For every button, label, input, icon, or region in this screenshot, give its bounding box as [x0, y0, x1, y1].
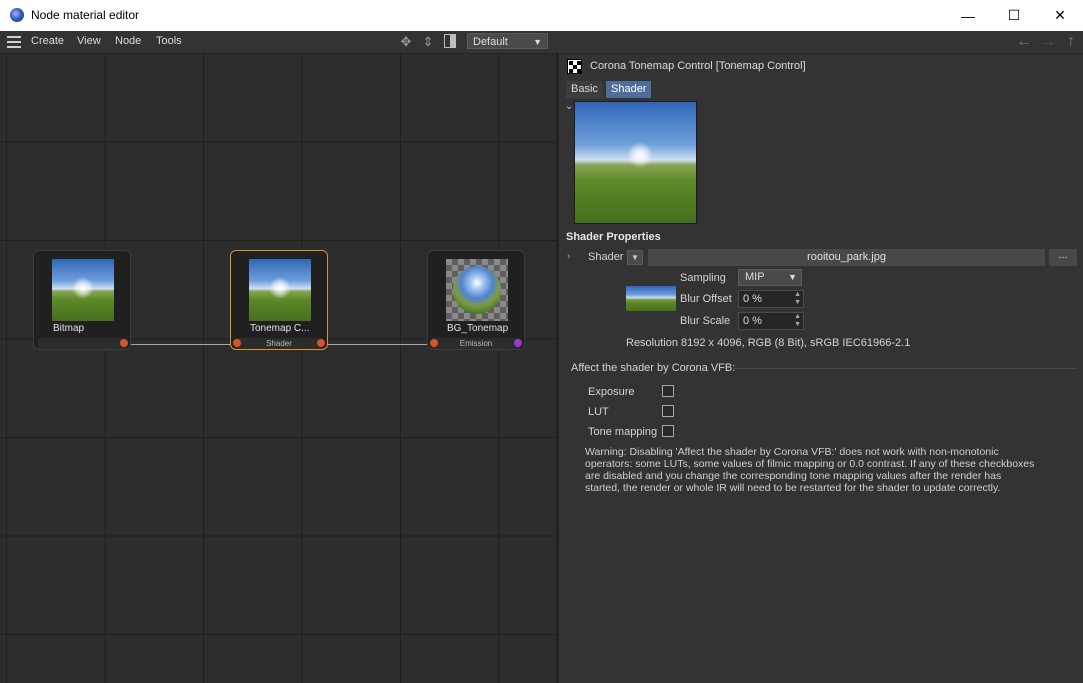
tab-shader[interactable]: Shader: [606, 81, 652, 98]
connection-wire: [325, 344, 431, 345]
chevron-down-icon: ▼: [631, 253, 639, 262]
input-port[interactable]: [430, 339, 438, 347]
menu-create[interactable]: Create: [31, 35, 64, 47]
sampling-label: Sampling: [680, 272, 726, 284]
panel-toggle-icon[interactable]: [442, 34, 458, 50]
warning-text: Warning: Disabling 'Affect the shader by…: [585, 446, 1035, 494]
menu-tools[interactable]: Tools: [156, 35, 182, 47]
checker-icon: [567, 59, 582, 74]
input-port[interactable]: [233, 339, 241, 347]
node-thumbnail: [446, 259, 508, 321]
arrange-icon[interactable]: ⇕: [420, 34, 436, 50]
blur-offset-label: Blur Offset: [680, 293, 732, 305]
blur-scale-value: 0 %: [743, 315, 762, 327]
chevron-down-icon: ▼: [533, 37, 542, 47]
sampling-value: MIP: [745, 271, 765, 283]
sampling-select[interactable]: MIP ▼: [738, 269, 802, 286]
menu-view[interactable]: View: [77, 35, 101, 47]
connection-wire: [128, 344, 234, 345]
shader-preview: [574, 101, 697, 224]
tone-mapping-checkbox[interactable]: [662, 425, 674, 437]
output-port[interactable]: [514, 339, 522, 347]
tone-mapping-label: Tone mapping: [588, 426, 658, 438]
shader-dropdown[interactable]: ▼: [627, 250, 643, 265]
section-title: Shader Properties: [566, 231, 661, 243]
output-port[interactable]: [317, 339, 325, 347]
panel-title: Corona Tonemap Control [Tonemap Control]: [590, 60, 806, 72]
minimize-button[interactable]: —: [945, 0, 991, 31]
blur-offset-value: 0 %: [743, 293, 762, 305]
tab-basic[interactable]: Basic: [566, 81, 603, 98]
lut-checkbox[interactable]: [662, 405, 674, 417]
app-icon: [10, 8, 24, 22]
group-title: Affect the shader by Corona VFB:: [571, 362, 736, 374]
node-label: Tonemap C...: [250, 323, 310, 334]
blur-offset-field[interactable]: 0 % ▲ ▼: [738, 290, 804, 308]
output-port[interactable]: [120, 339, 128, 347]
node-canvas[interactable]: Bitmap Tonemap C... Shader BG_Tonemap Em…: [0, 54, 556, 683]
forward-arrow-icon[interactable]: →: [1039, 33, 1057, 51]
exposure-label: Exposure: [588, 386, 635, 398]
maximize-button[interactable]: ☐: [991, 0, 1037, 31]
port-label: Emission: [459, 339, 493, 348]
move-icon[interactable]: ✥: [398, 34, 414, 50]
menu-bar: Create View Node Tools ✥ ⇕ Default ▼ ← →…: [0, 31, 1083, 54]
node-thumbnail: [52, 259, 114, 321]
lut-label: LUT: [588, 406, 609, 418]
collapse-chevron-icon[interactable]: ⌄: [565, 101, 573, 112]
window-title: Node material editor: [31, 8, 140, 22]
exposure-checkbox[interactable]: [662, 385, 674, 397]
node-tonemap-control[interactable]: Tonemap C... Shader: [230, 250, 328, 350]
spinner-icon[interactable]: ▲ ▼: [794, 313, 801, 329]
back-arrow-icon[interactable]: ←: [1015, 33, 1033, 51]
menu-node[interactable]: Node: [115, 35, 141, 47]
title-bar: Node material editor — ☐ ✕: [0, 0, 1083, 31]
hamburger-menu-icon[interactable]: [7, 36, 21, 48]
layout-select-value: Default: [473, 36, 508, 48]
shader-label: Shader: [588, 251, 624, 263]
port-label: Shader: [266, 339, 292, 348]
shader-thumbnail: [626, 286, 676, 311]
attribute-panel: Corona Tonemap Control [Tonemap Control]…: [559, 54, 1083, 683]
browse-button[interactable]: ...: [1049, 249, 1077, 266]
up-arrow-icon[interactable]: ↑: [1062, 33, 1080, 51]
group-divider: [734, 368, 1077, 369]
node-label: Bitmap: [53, 323, 85, 334]
blur-scale-label: Blur Scale: [680, 315, 731, 327]
resolution-info: Resolution 8192 x 4096, RGB (8 Bit), sRG…: [626, 337, 911, 349]
node-thumbnail: [249, 259, 311, 321]
blur-scale-field[interactable]: 0 % ▲ ▼: [738, 312, 804, 330]
spinner-icon[interactable]: ▲ ▼: [794, 291, 801, 307]
chevron-down-icon: ▼: [788, 272, 797, 282]
layout-select[interactable]: Default ▼: [467, 33, 548, 49]
expand-arrow-icon[interactable]: ›: [567, 251, 570, 262]
shader-file-field[interactable]: rooitou_park.jpg: [648, 249, 1045, 266]
node-bitmap[interactable]: Bitmap: [33, 250, 131, 350]
close-button[interactable]: ✕: [1037, 0, 1083, 31]
node-bg-tonemap[interactable]: BG_Tonemap Emission: [427, 250, 525, 350]
node-label: BG_Tonemap: [447, 323, 509, 334]
